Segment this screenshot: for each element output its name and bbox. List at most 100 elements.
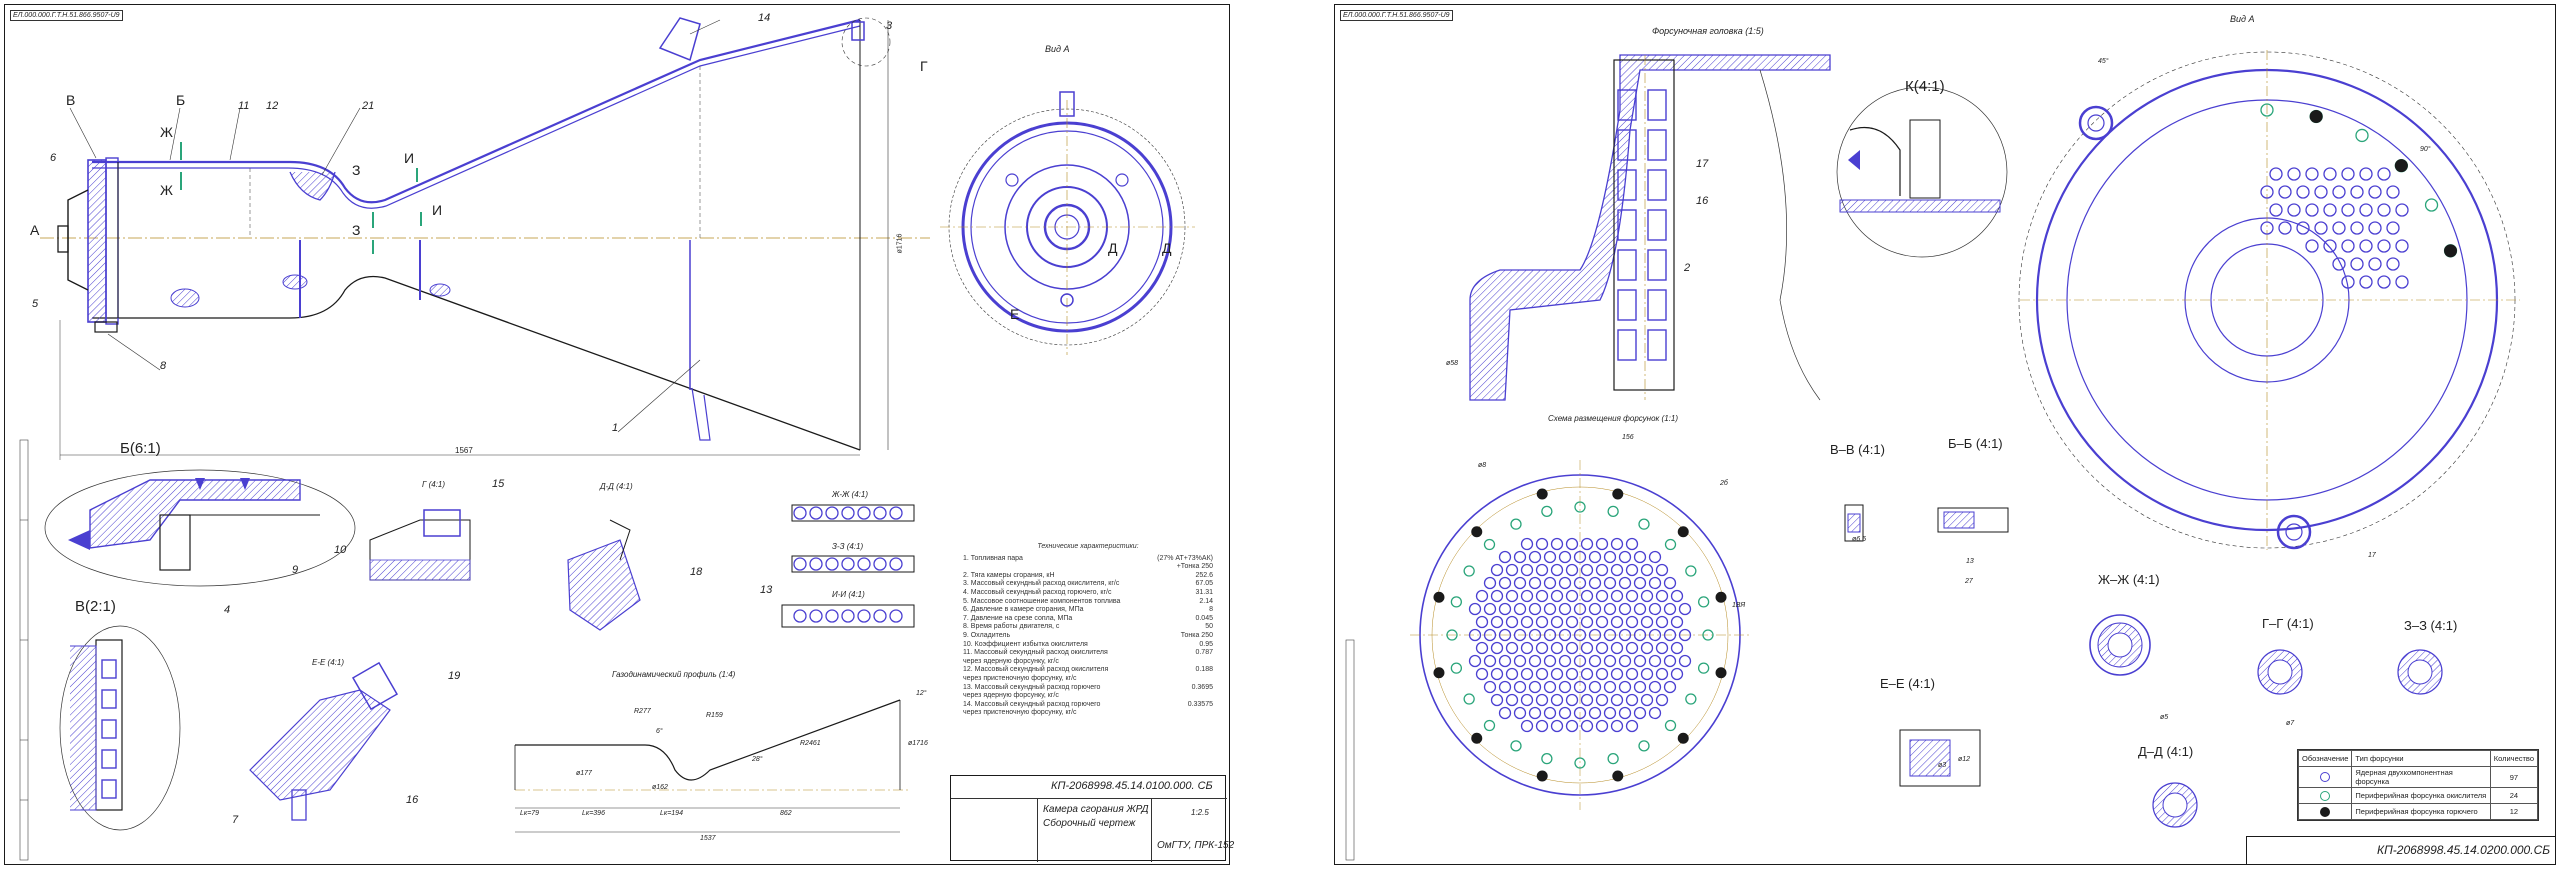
strip-channel-mark [873,506,887,520]
profile-title: Газодинамический профиль (1:4) [612,670,736,679]
gasdynamic-profile [514,699,910,833]
core-injector-mark [1520,563,1534,577]
core-injector-mark [1595,667,1609,681]
core-injector-mark [1528,680,1542,694]
section-letter-11: Е [1010,306,1020,322]
core-injector-mark [1550,615,1564,629]
core-injector-mark [1610,615,1624,629]
core-injector-mark [2314,221,2328,235]
fuel-injector-mark [1677,526,1689,538]
section-letter-6: И [404,150,415,166]
core-injector-mark [1520,589,1534,603]
core-injector-mark [1535,615,1549,629]
legend-type: Ядерная двухкомпонентная форсунка [2351,766,2491,788]
legend-count: 24 [2489,787,2539,804]
core-injector-mark [2350,221,2364,235]
core-injector-mark [2305,203,2319,217]
section-d-drawing [567,519,641,631]
profile-dim-2: R2461 [800,740,821,747]
legend-symbol-icon [2320,806,2331,817]
spec-label: через пристеночную форсунку, кг/с [963,674,1077,682]
core-injector-mark [1618,576,1632,590]
core-injector-mark [1520,537,1534,551]
oxidizer-injector-mark [1685,693,1697,705]
spec-label: 12. Массовый секундный расход окислителя [963,666,1109,674]
legend-row: Периферийная форсунка горючего 12 [2297,803,2539,820]
stamp1-scale: 1:2.5 [1191,808,1209,817]
spec-label [963,563,1177,572]
profile-dim-1: R159 [706,712,723,719]
dim2-2: 156 [1622,434,1634,441]
strip-channel-mark [857,506,871,520]
section-gg-title: Г–Г (4:1) [2262,616,2314,631]
core-injector-mark [1543,576,1557,590]
core-injector-mark [1588,576,1602,590]
core-injector-mark [1625,563,1639,577]
spec-label: 14. Массовый секундный расход горючего [963,700,1101,708]
dim2-14: 90° [2420,146,2431,153]
core-injector-mark [1535,641,1549,655]
callout-15: 18 [690,566,703,578]
sheet2-corner-code: ЕЛ.000.000.Г.Т.Н.51.866.9507-U9 [1340,10,1453,21]
core-injector-mark [1595,589,1609,603]
spec-value: 2.14 [1199,597,1213,605]
spec-value: 252.6 [1195,571,1213,579]
core-injector-mark [1580,563,1594,577]
core-injector-mark [1640,589,1654,603]
spec-row: 8. Время работы двигателя, с 50 [963,623,1213,632]
core-injector-mark [1580,589,1594,603]
core-injector-mark [1595,693,1609,707]
profile-dim-5: ø177 [576,770,592,777]
section-letter-2: Ж [160,124,173,140]
core-injector-mark [1603,576,1617,590]
core-injector-mark [1603,706,1617,720]
spec-label: 8. Время работы двигателя, с [963,623,1060,631]
strip-channel-mark [825,609,839,623]
core-injector-mark [1580,667,1594,681]
section-bb-title: Б–Б (4:1) [1948,436,2003,451]
spec-label: 13. Массовый секундный расход горючего [963,683,1101,691]
section-zh-title: Ж-Ж (4:1) [832,490,869,499]
section-zz-title: З–З (4:1) [2404,618,2458,633]
profile-dim-9: Lк=396 [582,810,605,817]
strip-channel-mark [809,506,823,520]
dim2-8: 27 [1965,578,1973,585]
view-a-title: Вид А [1045,44,1070,54]
spec-value: Тонка 250 [1180,631,1213,639]
core-injector-mark [1670,667,1684,681]
oxidizer-injector-mark [1607,752,1619,765]
core-injector-mark [1558,550,1572,564]
core-injector-mark [1625,615,1639,629]
tech-spec-block: Технические характеристики: 1. Топливная… [963,543,1213,718]
section-g-title: Г (4:1) [422,480,446,489]
core-injector-mark [1535,667,1549,681]
view-k-drawing [1836,86,2008,258]
core-injector-mark [1513,602,1527,616]
strip-channel-mark [873,609,887,623]
core-injector-mark [1655,589,1669,603]
callout-5: 7 [232,814,239,826]
core-injector-mark [1588,706,1602,720]
section-letter-0: В [66,92,76,108]
legend-header: Обозначение [2297,750,2353,767]
fuel-injector-mark [2309,109,2323,123]
stamp1-subname: Сборочный чертеж [1043,818,1136,829]
profile-dim-8: Lк=79 [520,810,540,817]
spec-value: +Тонка 250 [1176,563,1213,571]
core-injector-mark [1625,589,1639,603]
core-injector-mark [1648,602,1662,616]
core-injector-mark [1550,693,1564,707]
oxidizer-injector-mark [1463,565,1475,577]
spec-value: 0.188 [1195,666,1213,674]
fuel-injector-mark [1433,667,1445,679]
profile-dim-6: ø162 [652,784,668,791]
spec-row: через пристеночную форсунку, кг/с [963,675,1213,684]
core-injector-mark [2341,167,2355,181]
core-injector-mark [2323,203,2337,217]
strip-channel-mark [825,506,839,520]
view-a-sheet2-drawing [2018,50,2520,550]
stamp1-org: ОмГТУ, ПРК-152 [1157,840,1235,851]
core-injector-mark [1513,576,1527,590]
head-title: Форсуночная головка (1:5) [1652,26,1764,36]
core-injector-mark [1580,693,1594,707]
